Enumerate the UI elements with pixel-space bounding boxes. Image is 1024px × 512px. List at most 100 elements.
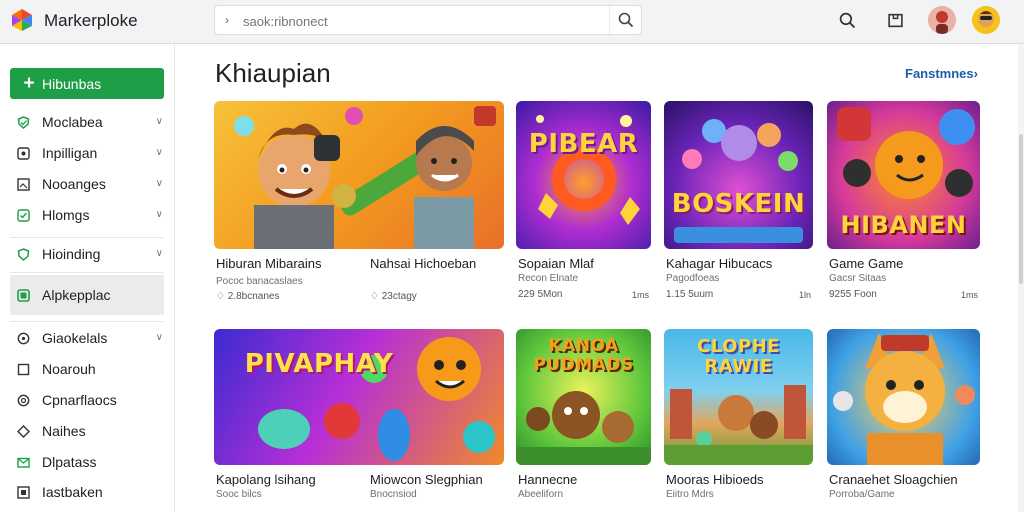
game-title[interactable]: Cranaehet Sloagchien	[829, 472, 958, 487]
chevron-right-icon: ›	[973, 66, 978, 81]
game-title[interactable]: Kahagar Hibucacs	[666, 256, 772, 271]
game-meta: ♢ 23ctagy	[370, 291, 417, 302]
game-title[interactable]: Mooras Hibioeds	[666, 472, 764, 487]
see-more-label: Fanstmnes	[905, 66, 974, 81]
game-meta-text: 2.8bcnanes	[227, 291, 280, 302]
sidebar-item-label: Noarouh	[42, 361, 96, 377]
game-title[interactable]: Miowcon Slegphian	[370, 472, 483, 487]
chevron-down-icon: ∨	[155, 248, 163, 259]
sidebar-item-label: Cpnarflaocs	[42, 392, 117, 408]
game-meta: 9255 Foon	[829, 289, 877, 300]
game-thumbnail[interactable]	[827, 329, 980, 465]
game-subtitle: Gacsr Sitaas	[829, 273, 887, 284]
game-size: 1ms	[631, 290, 649, 300]
game-subtitle: Sooc bilcs	[216, 489, 262, 500]
game-size: 1ln	[798, 290, 811, 300]
game-art-text: KANOA PUDMADS	[533, 336, 634, 375]
game-title[interactable]: Hiburan Mibarains	[216, 256, 322, 271]
game-art-image	[536, 115, 640, 225]
game-card[interactable]: PIBEAR Sopaian Mlaf Recon Elnate 229 5Mo…	[516, 101, 651, 301]
scrollbar[interactable]	[1018, 44, 1024, 512]
app-title: Markerploke	[44, 11, 138, 30]
game-thumbnail[interactable]: PIBEAR	[516, 101, 651, 249]
sidebar-item-label: Hlomgs	[42, 207, 90, 223]
divider	[10, 272, 164, 273]
game-title[interactable]: Nahsai Hichoeban	[370, 256, 476, 271]
profile-avatar[interactable]	[972, 6, 1000, 34]
game-title[interactable]: Kapolang lsihang	[216, 472, 316, 487]
square-icon	[16, 362, 30, 376]
game-title[interactable]: Hannecne	[518, 472, 577, 487]
game-thumbnail[interactable]: BOSKEIN	[664, 101, 813, 249]
sidebar-item-hioinding[interactable]: Hioinding ∨	[0, 239, 175, 269]
game-card[interactable]: Nahsai Hichoeban ♢ 23ctagy	[363, 101, 503, 302]
see-more-link[interactable]: Fanstmnes›	[905, 66, 978, 81]
sidebar-item-label: Hioinding	[42, 246, 101, 262]
inbox-icon	[887, 13, 903, 27]
game-thumbnail[interactable]: HIBANEN	[827, 101, 980, 249]
game-art-text: PIBEAR	[528, 129, 639, 159]
game-art-image	[833, 333, 975, 465]
mail-icon	[16, 455, 30, 469]
diamond-icon	[16, 424, 30, 438]
sidebar-item-hlomgs[interactable]: Hlomgs ∨	[0, 200, 175, 230]
game-meta: 229 5Mon	[518, 289, 563, 300]
search-bar[interactable]: ›	[214, 5, 642, 35]
game-subtitle: Abeeliforn	[518, 489, 564, 500]
game-card[interactable]: CLOPHE RAWIE Mooras Hibioeds Eiitro Mdrs	[664, 329, 813, 512]
game-card[interactable]: Miowcon Slegphian Bnocnsiod	[363, 329, 503, 512]
image-icon	[16, 177, 30, 191]
new-button[interactable]: + Hibunbas	[10, 68, 164, 99]
sidebar-item-naihes[interactable]: Naihes	[0, 416, 175, 446]
chevron-down-icon: ∨	[155, 116, 163, 127]
sidebar-item-label: Nooanges	[42, 176, 106, 192]
notifications-button[interactable]	[882, 7, 908, 33]
sidebar-item-noarouh[interactable]: Noarouh	[0, 354, 175, 384]
scrollbar-thumb[interactable]	[1019, 134, 1023, 284]
search-button[interactable]	[609, 6, 641, 34]
sidebar-item-label: Iastbaken	[42, 484, 103, 500]
avatar[interactable]	[928, 6, 956, 34]
user-avatar-icon	[928, 6, 956, 34]
sidebar-item-giaokelals[interactable]: Giaokelals ∨	[0, 323, 175, 353]
sidebar-item-alpkepplac[interactable]: Alpkepplac	[10, 275, 164, 315]
sidebar-item-cpnarflaocs[interactable]: Cpnarflaocs	[0, 385, 175, 415]
game-card[interactable]: Cranaehet Sloagchien Porroba/Game	[827, 329, 980, 512]
sidebar-item-label: Naihes	[42, 423, 86, 439]
circle-icon	[16, 331, 30, 345]
sidebar-item-inpilligan[interactable]: Inpilligan ∨	[0, 138, 175, 168]
search-input[interactable]	[243, 11, 603, 31]
game-subtitle: Bnocnsiod	[370, 489, 417, 500]
sidebar-item-moclabea[interactable]: Moclabea ∨	[0, 107, 175, 137]
section-title: Khiaupian	[215, 58, 331, 88]
divider	[10, 321, 164, 322]
game-subtitle: Porroba/Game	[829, 489, 895, 500]
game-art-text: CLOPHE RAWIE	[697, 336, 780, 377]
check-square-icon	[16, 288, 30, 302]
plus-icon: +	[23, 72, 35, 94]
app-logo-icon[interactable]	[9, 7, 35, 33]
game-title[interactable]: Sopaian Mlaf	[518, 256, 594, 271]
game-card[interactable]: HIBANEN Game Game Gacsr Sitaas 9255 Foon…	[827, 101, 980, 301]
diamond-icon: ♢	[216, 291, 228, 302]
sidebar-item-label: Dlpatass	[42, 454, 97, 470]
chevron-down-icon: ∨	[155, 209, 163, 220]
game-card[interactable]: BOSKEIN Kahagar Hibucacs Pagodfoeas 1.15…	[664, 101, 813, 301]
game-subtitle: Recon Elnate	[518, 273, 579, 284]
search-icon	[618, 12, 633, 28]
game-art-text: HIBANEN	[840, 211, 967, 239]
search-icon	[839, 12, 855, 28]
sidebar-item-dlpatass[interactable]: Dlpatass	[0, 447, 175, 477]
game-title[interactable]: Game Game	[829, 256, 903, 271]
check-icon	[16, 208, 30, 222]
game-card[interactable]: KANOA PUDMADS Hannecne Abeeliforn	[516, 329, 651, 512]
game-thumbnail[interactable]: KANOA PUDMADS	[516, 329, 651, 465]
sidebar-item-iastbaken[interactable]: Iastbaken	[0, 477, 175, 507]
search-toolbar-button[interactable]	[834, 7, 860, 33]
game-thumbnail[interactable]: CLOPHE RAWIE	[664, 329, 813, 465]
game-meta-text: 23ctagy	[381, 291, 417, 302]
sidebar-item-nooanges[interactable]: Nooanges ∨	[0, 169, 175, 199]
circle-icon	[16, 393, 30, 407]
top-bar: Markerploke ›	[0, 0, 1024, 44]
game-art-text: BOSKEIN	[671, 189, 806, 219]
